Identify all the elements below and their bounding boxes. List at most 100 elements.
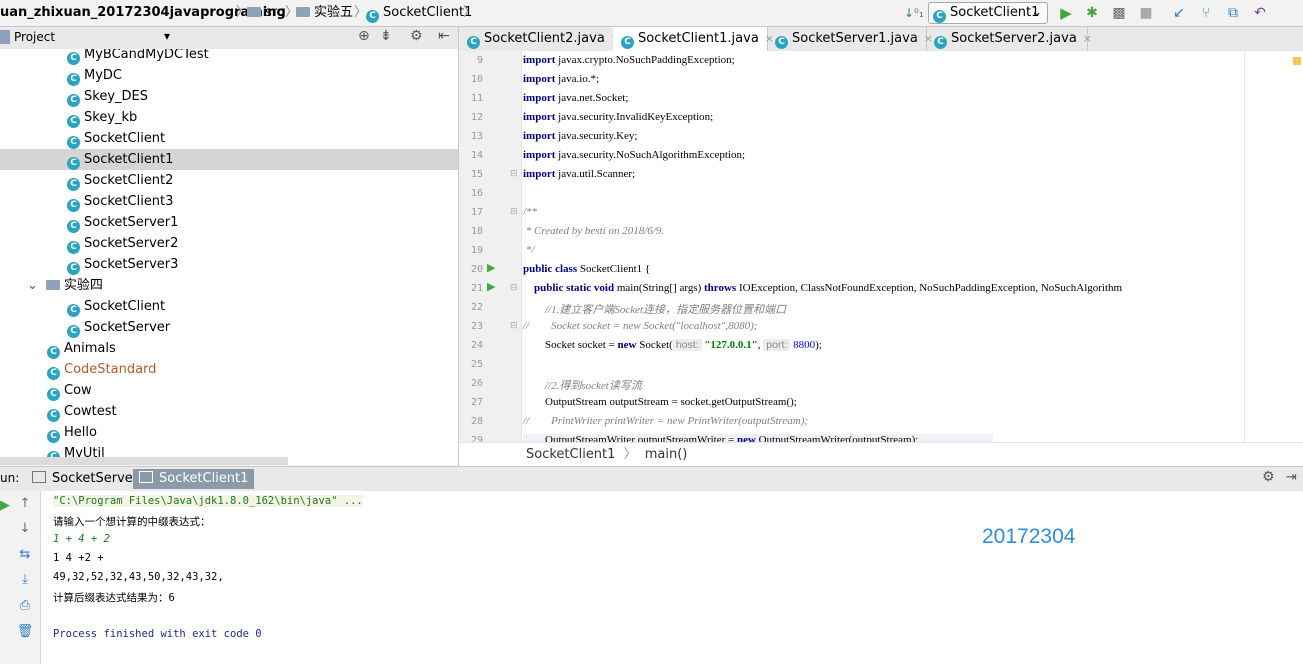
scroll-to-end-icon[interactable]: ⤓ [16, 571, 34, 589]
console-line-command: "C:\Program Files\Java\jdk1.8.0_162\bin\… [53, 495, 363, 507]
code-editor[interactable]: import javax.crypto.NoSuchPaddingExcepti… [522, 51, 1303, 442]
run-configuration-label: SocketClient1 [950, 5, 1040, 20]
hide-icon[interactable]: ⇥ [1286, 470, 1297, 485]
tree-item[interactable]: C SocketClient [67, 296, 165, 317]
code-text: java.security.Key; [558, 130, 638, 142]
hide-icon[interactable]: ⇤ [438, 28, 450, 44]
vcs-update-icon[interactable]: ↙ [1170, 4, 1188, 22]
tree-item[interactable]: C MyDC [67, 65, 122, 86]
code-line: Socket socket = new Socket(host: "127.0.… [523, 339, 822, 351]
tree-item-label: SocketClient3 [84, 194, 174, 209]
project-panel-title[interactable]: Project [14, 30, 55, 44]
tree-item[interactable]: C Cow [47, 380, 92, 401]
locate-icon[interactable]: ⊕ [358, 28, 370, 44]
editor-tabs: C SocketClient2.java × C SocketClient1.java… [459, 27, 1303, 52]
project-tree: C MyBCandMyDCTest C MyDC C Skey_DES C Skey_k… [0, 49, 458, 465]
gear-icon[interactable]: ⚙ [1262, 469, 1275, 485]
code-text: main(String[] args) [616, 282, 705, 294]
revert-icon[interactable]: ↶ [1251, 4, 1269, 22]
vcs-commit-icon[interactable]: ⑂ [1197, 4, 1215, 22]
code-comment: //2.得到socket读写流 [523, 380, 642, 392]
tree-item[interactable]: C Animals [47, 338, 116, 359]
breadcrumb-file[interactable]: C SocketClient1 [366, 4, 472, 23]
code-line: OutputStream outputStream = socket.getOu… [523, 396, 797, 408]
tab-socketclient2[interactable]: CSocketClient2.java× [459, 27, 620, 51]
line-number: 26 [470, 378, 483, 389]
tree-folder[interactable]: ⌄ 实验四 [27, 275, 103, 296]
tree-item-selected[interactable]: C SocketClient1 [0, 149, 458, 170]
tree-item[interactable]: C Cowtest [47, 401, 117, 422]
tree-item[interactable]: C SocketClient3 [67, 191, 173, 212]
rerun-icon[interactable]: ▶ [0, 497, 14, 515]
up-arrow-icon[interactable]: ↑ [16, 495, 34, 513]
tree-item[interactable]: C MyBCandMyDCTest [67, 49, 209, 65]
class-icon: C [67, 136, 80, 149]
tree-item-label: Cow [64, 383, 92, 398]
parameter-hint: port: [763, 339, 791, 351]
trash-icon[interactable]: 🗑 [16, 623, 34, 641]
tree-item[interactable]: C Hello [47, 422, 97, 443]
console-line-input: 1 + 4 + 2 [53, 533, 110, 545]
gear-icon[interactable]: ⚙ [410, 28, 423, 44]
print-icon[interactable]: ⎙ [16, 597, 34, 615]
soft-wrap-icon[interactable]: ⇆ [16, 546, 34, 564]
close-icon[interactable]: × [1083, 32, 1092, 45]
run-gutter-icon[interactable]: ▶ [487, 261, 495, 274]
warning-marker-icon[interactable] [1293, 57, 1301, 65]
coverage-icon[interactable]: ▩ [1110, 4, 1128, 22]
breadcrumb-package[interactable]: 实验五 [296, 4, 353, 22]
tree-item[interactable]: C SocketServer [67, 317, 170, 338]
vcs-compare-icon[interactable]: ⧉ [1224, 4, 1242, 22]
tree-item-label: SocketClient [84, 299, 166, 314]
tree-item[interactable]: C SocketServer2 [67, 233, 178, 254]
tree-item[interactable]: C Skey_kb [67, 107, 137, 128]
line-number: 27 [470, 397, 483, 408]
sort-icon[interactable]: ↓⁰₁ [904, 4, 924, 22]
line-number: 15 [470, 169, 483, 180]
line-number: 21 [470, 283, 483, 294]
chevron-down-icon[interactable]: ⌄ [27, 278, 38, 293]
tab-socketserver1[interactable]: C SocketServer1.java × [767, 27, 933, 51]
collapse-icon[interactable]: ⇟ [380, 28, 392, 44]
tree-item[interactable]: C Skey_DES [67, 86, 148, 107]
tree-item[interactable]: C SocketClient [67, 128, 165, 149]
fold-icon[interactable]: ⊟ [510, 283, 518, 293]
fold-icon[interactable]: ⊟ [510, 169, 518, 179]
console-line-exit: Process finished with exit code 0 [53, 628, 262, 640]
line-number: 16 [470, 188, 483, 199]
code-comment: // Socket socket = new Socket("localhost… [523, 320, 758, 332]
tree-item[interactable]: C SocketServer3 [67, 254, 178, 275]
editor-breadcrumb: SocketClient1 〉 main() [459, 442, 1303, 467]
breadcrumb-src[interactable]: src [247, 4, 284, 22]
tree-item[interactable]: C CodeStandard [47, 359, 156, 380]
breadcrumb-method[interactable]: main() [645, 447, 688, 462]
tree-item[interactable]: C SocketClient2 [67, 170, 173, 191]
debug-icon[interactable]: ✱ [1083, 4, 1101, 22]
keyword: import [523, 130, 556, 142]
chevron-down-icon[interactable]: ▾ [164, 29, 170, 43]
tree-item[interactable]: C SocketServer1 [67, 212, 178, 233]
run-configuration-select[interactable]: C SocketClient1 ⌄ [928, 2, 1048, 24]
tree-item-label: SocketServer [84, 320, 171, 335]
breadcrumb-separator: 〉 [463, 5, 477, 20]
fold-icon[interactable]: ⊟ [510, 207, 518, 217]
run-tab-socketclient1[interactable]: SocketClient1 [133, 469, 255, 489]
breadcrumb-class[interactable]: SocketClient1 [526, 447, 615, 462]
code-text: javax.crypto.NoSuchPaddingException; [558, 54, 735, 66]
fold-icon[interactable]: ⊟ [510, 321, 518, 331]
class-icon: C [467, 36, 480, 49]
stop-icon[interactable]: ■ [1137, 4, 1155, 22]
tree-item-label: SocketServer2 [84, 236, 179, 251]
code-line: import java.net.Socket; [523, 92, 628, 104]
run-gutter-icon[interactable]: ▶ [487, 280, 495, 293]
console-output[interactable]: "C:\Program Files\Java\jdk1.8.0_162\bin\… [41, 491, 1303, 664]
line-number: 17 [470, 207, 483, 218]
tab-socketserver2[interactable]: C SocketServer2.java × [926, 27, 1092, 51]
tab-socketclient1[interactable]: C SocketClient1.java × [613, 27, 774, 52]
code-text: ); [815, 339, 822, 351]
run-icon[interactable]: ▶ [1057, 4, 1075, 22]
horizontal-scrollbar[interactable] [0, 457, 288, 465]
line-number: 24 [470, 340, 483, 351]
line-number: 19 [470, 245, 483, 256]
down-arrow-icon[interactable]: ↓ [16, 520, 34, 538]
